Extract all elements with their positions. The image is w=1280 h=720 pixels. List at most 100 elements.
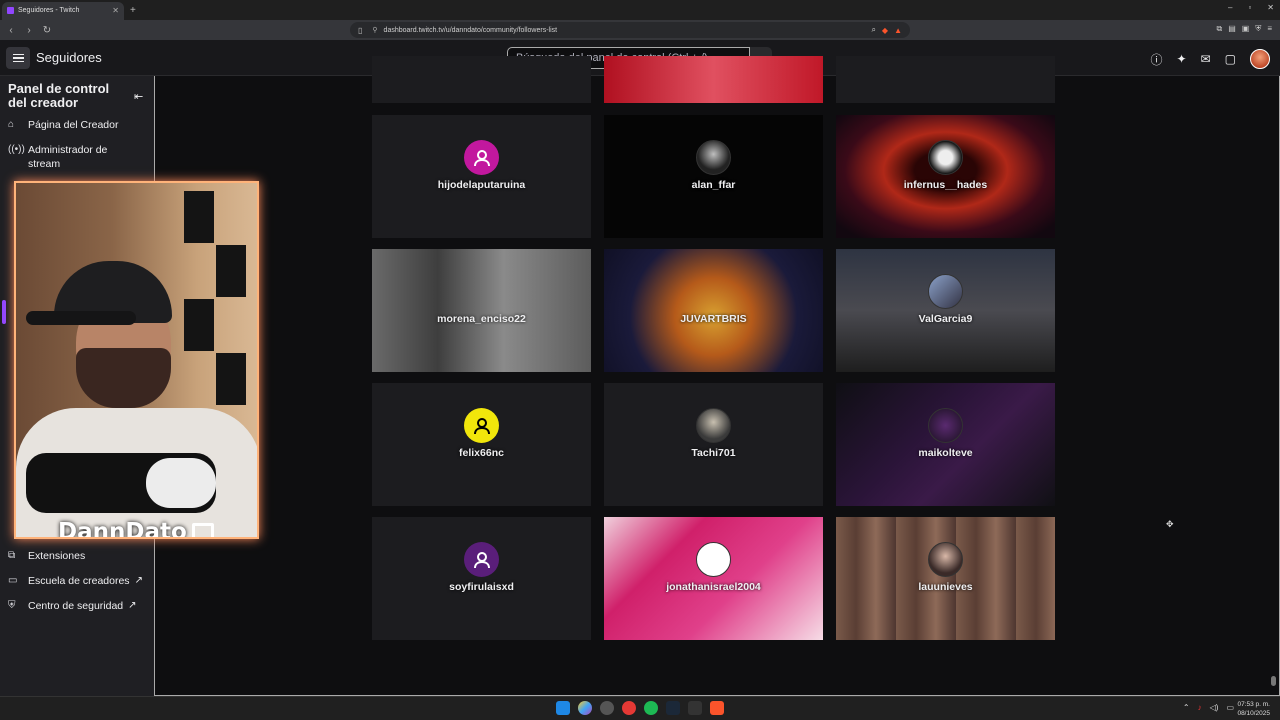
browser-tab[interactable]: Seguidores - Twitch ✕ bbox=[2, 1, 124, 20]
menu-toggle-button[interactable] bbox=[6, 47, 30, 69]
follower-card[interactable]: JUVARTBRIS bbox=[604, 249, 823, 372]
follower-name: morena_enciso22 bbox=[437, 313, 526, 325]
network-icon[interactable]: ▭ bbox=[1226, 703, 1234, 712]
sparkle-icon[interactable]: ✦ bbox=[1177, 52, 1187, 66]
user-avatar[interactable] bbox=[1250, 49, 1270, 69]
help-icon[interactable]: ⓘ bbox=[1151, 51, 1163, 68]
home-icon: ⌂ bbox=[8, 119, 15, 130]
follower-name: Tachi701 bbox=[691, 447, 736, 459]
follower-card[interactable]: maikolteve bbox=[836, 383, 1055, 506]
avatar bbox=[928, 542, 963, 577]
close-tab-icon[interactable]: ✕ bbox=[112, 6, 119, 15]
minimize-icon[interactable]: – bbox=[1228, 3, 1232, 12]
avatar bbox=[928, 274, 963, 309]
follower-name: JUVARTBRIS bbox=[680, 313, 747, 325]
follower-card[interactable]: jonathanisrael2004 bbox=[604, 517, 823, 640]
windows-start-icon[interactable] bbox=[556, 701, 570, 715]
webcam-overlay: DannDato bbox=[14, 181, 259, 539]
url-text: dashboard.twitch.tv/u/danndato/community… bbox=[383, 26, 558, 34]
sidebar-icon[interactable]: ▤ bbox=[1228, 24, 1236, 34]
vpn-icon[interactable]: ⛨ bbox=[1255, 24, 1261, 34]
sidebar-item-label: Extensiones bbox=[28, 550, 86, 562]
avatar bbox=[928, 408, 963, 443]
extensions-icon: ⧉ bbox=[8, 550, 16, 561]
follower-card[interactable]: alan_ffar bbox=[604, 115, 823, 238]
microphone-pop-filter bbox=[146, 458, 216, 508]
browser-navbar: ‹ › ↻ ▯ ⚲ dashboard.twitch.tv/u/danndato… bbox=[0, 20, 1280, 40]
follower-card[interactable]: hijodelaputaruina bbox=[372, 115, 591, 238]
follower-card[interactable]: morena_enciso22 bbox=[372, 249, 591, 372]
shield-icon: ⛨ bbox=[8, 600, 16, 611]
follower-name: hijodelaputaruina bbox=[437, 179, 526, 191]
topbar-actions: ⓘ ✦ ✉ ▢ bbox=[1151, 49, 1270, 69]
follower-card[interactable]: ValGarcia9 bbox=[836, 249, 1055, 372]
follower-card-partial[interactable] bbox=[604, 56, 823, 103]
new-tab-icon[interactable]: + bbox=[130, 5, 136, 16]
app-icon[interactable] bbox=[688, 701, 702, 715]
sidebar-item-label: Escuela de creadores bbox=[28, 575, 130, 587]
spotify-icon[interactable] bbox=[644, 701, 658, 715]
opera-icon[interactable] bbox=[622, 701, 636, 715]
collapse-sidebar-icon[interactable]: ⇤ bbox=[134, 90, 143, 103]
extension-icon[interactable]: ⧉ bbox=[1216, 24, 1222, 34]
site-info-icon[interactable]: ⚲ bbox=[372, 26, 377, 34]
cap-brim bbox=[26, 311, 136, 325]
brave-icon[interactable] bbox=[710, 701, 724, 715]
follower-card[interactable]: Tachi701 bbox=[604, 383, 823, 506]
tab-title: Seguidores - Twitch bbox=[18, 7, 80, 14]
sidebar-item-extensions[interactable]: ⧉ Extensiones bbox=[8, 549, 85, 563]
bookmark-icon[interactable]: ▯ bbox=[358, 26, 362, 35]
follower-card[interactable]: soyfirulaisxd bbox=[372, 517, 591, 640]
avatar bbox=[696, 140, 731, 175]
follower-card-partial[interactable] bbox=[836, 56, 1055, 103]
system-tray: ⌃ ♪ ◁) ▭ bbox=[1183, 703, 1234, 712]
clock-time: 07:53 p. m. bbox=[1237, 701, 1270, 708]
webcam-name-overlay: DannDato bbox=[58, 519, 187, 539]
sidebar-item-label: Centro de seguridad bbox=[28, 600, 124, 612]
skull-avatar bbox=[928, 140, 963, 175]
clock-date: 08/10/2025 bbox=[1237, 710, 1270, 717]
brave-rewards-icon[interactable]: ▲ bbox=[894, 26, 902, 35]
chevron-up-icon[interactable]: ⌃ bbox=[1183, 703, 1190, 712]
twitch-glitch-icon bbox=[192, 523, 214, 537]
book-icon: ▭ bbox=[8, 575, 18, 586]
streamer-beard bbox=[76, 348, 171, 408]
steam-icon[interactable] bbox=[666, 701, 680, 715]
sidebar-item-creator-page[interactable]: ⌂ Página del Creador bbox=[8, 118, 118, 132]
address-bar[interactable]: ▯ ⚲ dashboard.twitch.tv/u/danndato/commu… bbox=[350, 22, 910, 38]
follower-name: infernus__hades bbox=[903, 179, 988, 191]
whispers-icon[interactable]: ▢ bbox=[1225, 52, 1236, 66]
default-avatar-icon bbox=[464, 140, 499, 175]
follower-card[interactable]: lauunieves bbox=[836, 517, 1055, 640]
broadcast-icon: ((•)) bbox=[8, 144, 25, 155]
follower-card[interactable]: infernus__hades bbox=[836, 115, 1055, 238]
zoom-icon[interactable]: ⌕ bbox=[871, 25, 875, 35]
inbox-icon[interactable]: ✉ bbox=[1201, 52, 1211, 66]
scrollbar-thumb[interactable] bbox=[1271, 676, 1276, 686]
mic-icon[interactable]: ♪ bbox=[1198, 703, 1202, 712]
menu-icon[interactable]: ≡ bbox=[1267, 24, 1272, 34]
followers-grid: hijodelaputaruina alan_ffar infernus__ha… bbox=[372, 56, 1056, 696]
brave-shield-icon[interactable]: ◆ bbox=[882, 26, 888, 35]
forward-icon[interactable]: › bbox=[22, 25, 36, 36]
taskbar-clock[interactable]: 07:53 p. m. 08/10/2025 bbox=[1237, 700, 1270, 718]
sidebar-heading: Panel de control del creador bbox=[8, 81, 110, 110]
mouse-cursor-icon: ✥ bbox=[1166, 519, 1174, 529]
back-icon[interactable]: ‹ bbox=[4, 25, 18, 36]
sidebar-item-safety-center[interactable]: ⛨ Centro de seguridad ↗ bbox=[8, 599, 137, 613]
volume-icon[interactable]: ◁) bbox=[1210, 703, 1219, 712]
twitch-favicon-icon bbox=[7, 7, 14, 14]
sidebar-item-creator-school[interactable]: ▭ Escuela de creadores ↗ bbox=[8, 574, 143, 588]
follower-card-partial[interactable] bbox=[372, 56, 591, 103]
active-item-indicator bbox=[2, 300, 6, 324]
obs-icon[interactable] bbox=[600, 701, 614, 715]
follower-card[interactable]: felix66nc bbox=[372, 383, 591, 506]
sidebar-item-stream-manager[interactable]: ((•)) Administrador de stream bbox=[8, 143, 118, 171]
copilot-icon[interactable] bbox=[578, 701, 592, 715]
maximize-icon[interactable]: ▫ bbox=[1248, 3, 1251, 12]
reload-icon[interactable]: ↻ bbox=[40, 25, 54, 36]
acoustic-foam bbox=[216, 353, 246, 405]
wallet-icon[interactable]: ▣ bbox=[1242, 24, 1250, 34]
follower-name: maikolteve bbox=[918, 447, 973, 459]
close-window-icon[interactable]: ✕ bbox=[1267, 3, 1274, 12]
